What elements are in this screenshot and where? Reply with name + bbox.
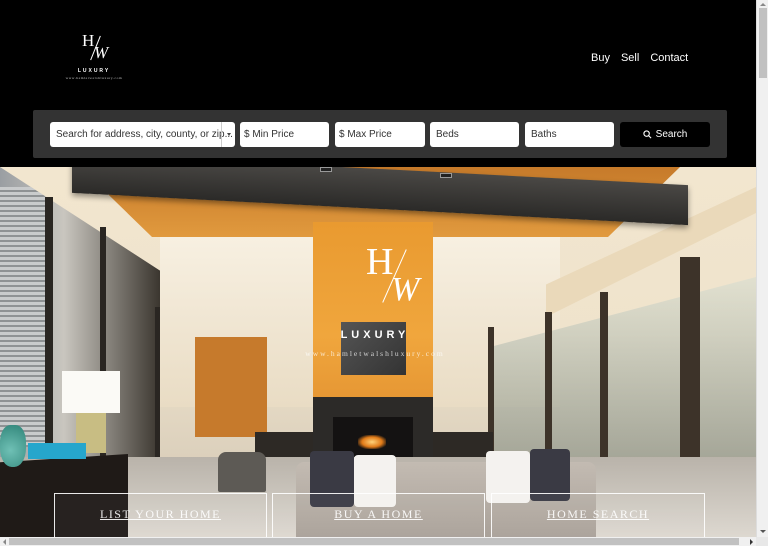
hero-logo: H W LUXURY www.hamletwalshluxury.com <box>300 235 450 375</box>
min-price-input[interactable]: $ Min Price <box>240 122 329 147</box>
max-price-input[interactable]: $ Max Price <box>335 122 425 147</box>
scroll-up-arrow-icon[interactable] <box>760 3 766 6</box>
hero-banner: H W LUXURY www.hamletwalshluxury.com LIS… <box>0 167 756 537</box>
address-search-input[interactable]: Search for address, city, county, or zip… <box>50 122 235 147</box>
min-price-placeholder: $ Min Price <box>244 129 295 140</box>
beds-placeholder: Beds <box>436 129 459 140</box>
scroll-down-arrow-icon[interactable] <box>760 530 766 533</box>
list-your-home-button[interactable]: LIST YOUR HOME <box>54 493 267 537</box>
scroll-left-arrow-icon[interactable] <box>3 539 6 545</box>
horizontal-scrollbar[interactable] <box>0 537 756 546</box>
site-header: H W LUXURY www.hamletwalshluxury.com Buy… <box>0 0 756 167</box>
address-placeholder: Search for address, city, county, or zip… <box>56 129 233 140</box>
logo-letter-h: H <box>82 31 95 50</box>
search-button[interactable]: Search <box>620 122 710 147</box>
main-nav: Buy Sell Contact <box>591 52 688 64</box>
logo-wordmark: LUXURY <box>77 68 111 74</box>
baths-placeholder: Baths <box>531 129 557 140</box>
hero-logo-letter-h: H <box>366 241 394 283</box>
buy-a-home-button[interactable]: BUY A HOME <box>272 493 485 537</box>
search-icon <box>643 130 652 139</box>
logo-monogram: H W <box>82 32 112 64</box>
beds-input[interactable]: Beds <box>430 122 519 147</box>
property-search-bar: Search for address, city, county, or zip… <box>33 110 727 158</box>
nav-sell[interactable]: Sell <box>621 52 639 64</box>
max-price-placeholder: $ Max Price <box>339 129 392 140</box>
scroll-right-arrow-icon[interactable] <box>750 539 753 545</box>
vertical-scroll-thumb[interactable] <box>759 8 767 78</box>
logo-letter-w: W <box>94 43 109 62</box>
home-search-button[interactable]: HOME SEARCH <box>491 493 705 537</box>
page: H W LUXURY www.hamletwalshluxury.com Buy… <box>0 0 756 537</box>
nav-buy[interactable]: Buy <box>591 52 610 64</box>
vertical-scrollbar[interactable] <box>756 0 768 537</box>
scrollbar-corner <box>756 537 768 546</box>
site-logo[interactable]: H W LUXURY www.hamletwalshluxury.com <box>58 30 130 84</box>
nav-contact[interactable]: Contact <box>650 52 688 64</box>
hero-logo-letter-w: W <box>391 271 420 308</box>
horizontal-scroll-thumb[interactable] <box>9 538 739 545</box>
logo-url: www.hamletwalshluxury.com <box>65 76 123 80</box>
hero-logo-wordmark: LUXURY <box>340 329 410 341</box>
search-button-label: Search <box>655 129 688 140</box>
hero-logo-url: www.hamletwalshluxury.com <box>305 349 445 358</box>
chevron-down-icon[interactable] <box>221 122 235 147</box>
baths-input[interactable]: Baths <box>525 122 614 147</box>
